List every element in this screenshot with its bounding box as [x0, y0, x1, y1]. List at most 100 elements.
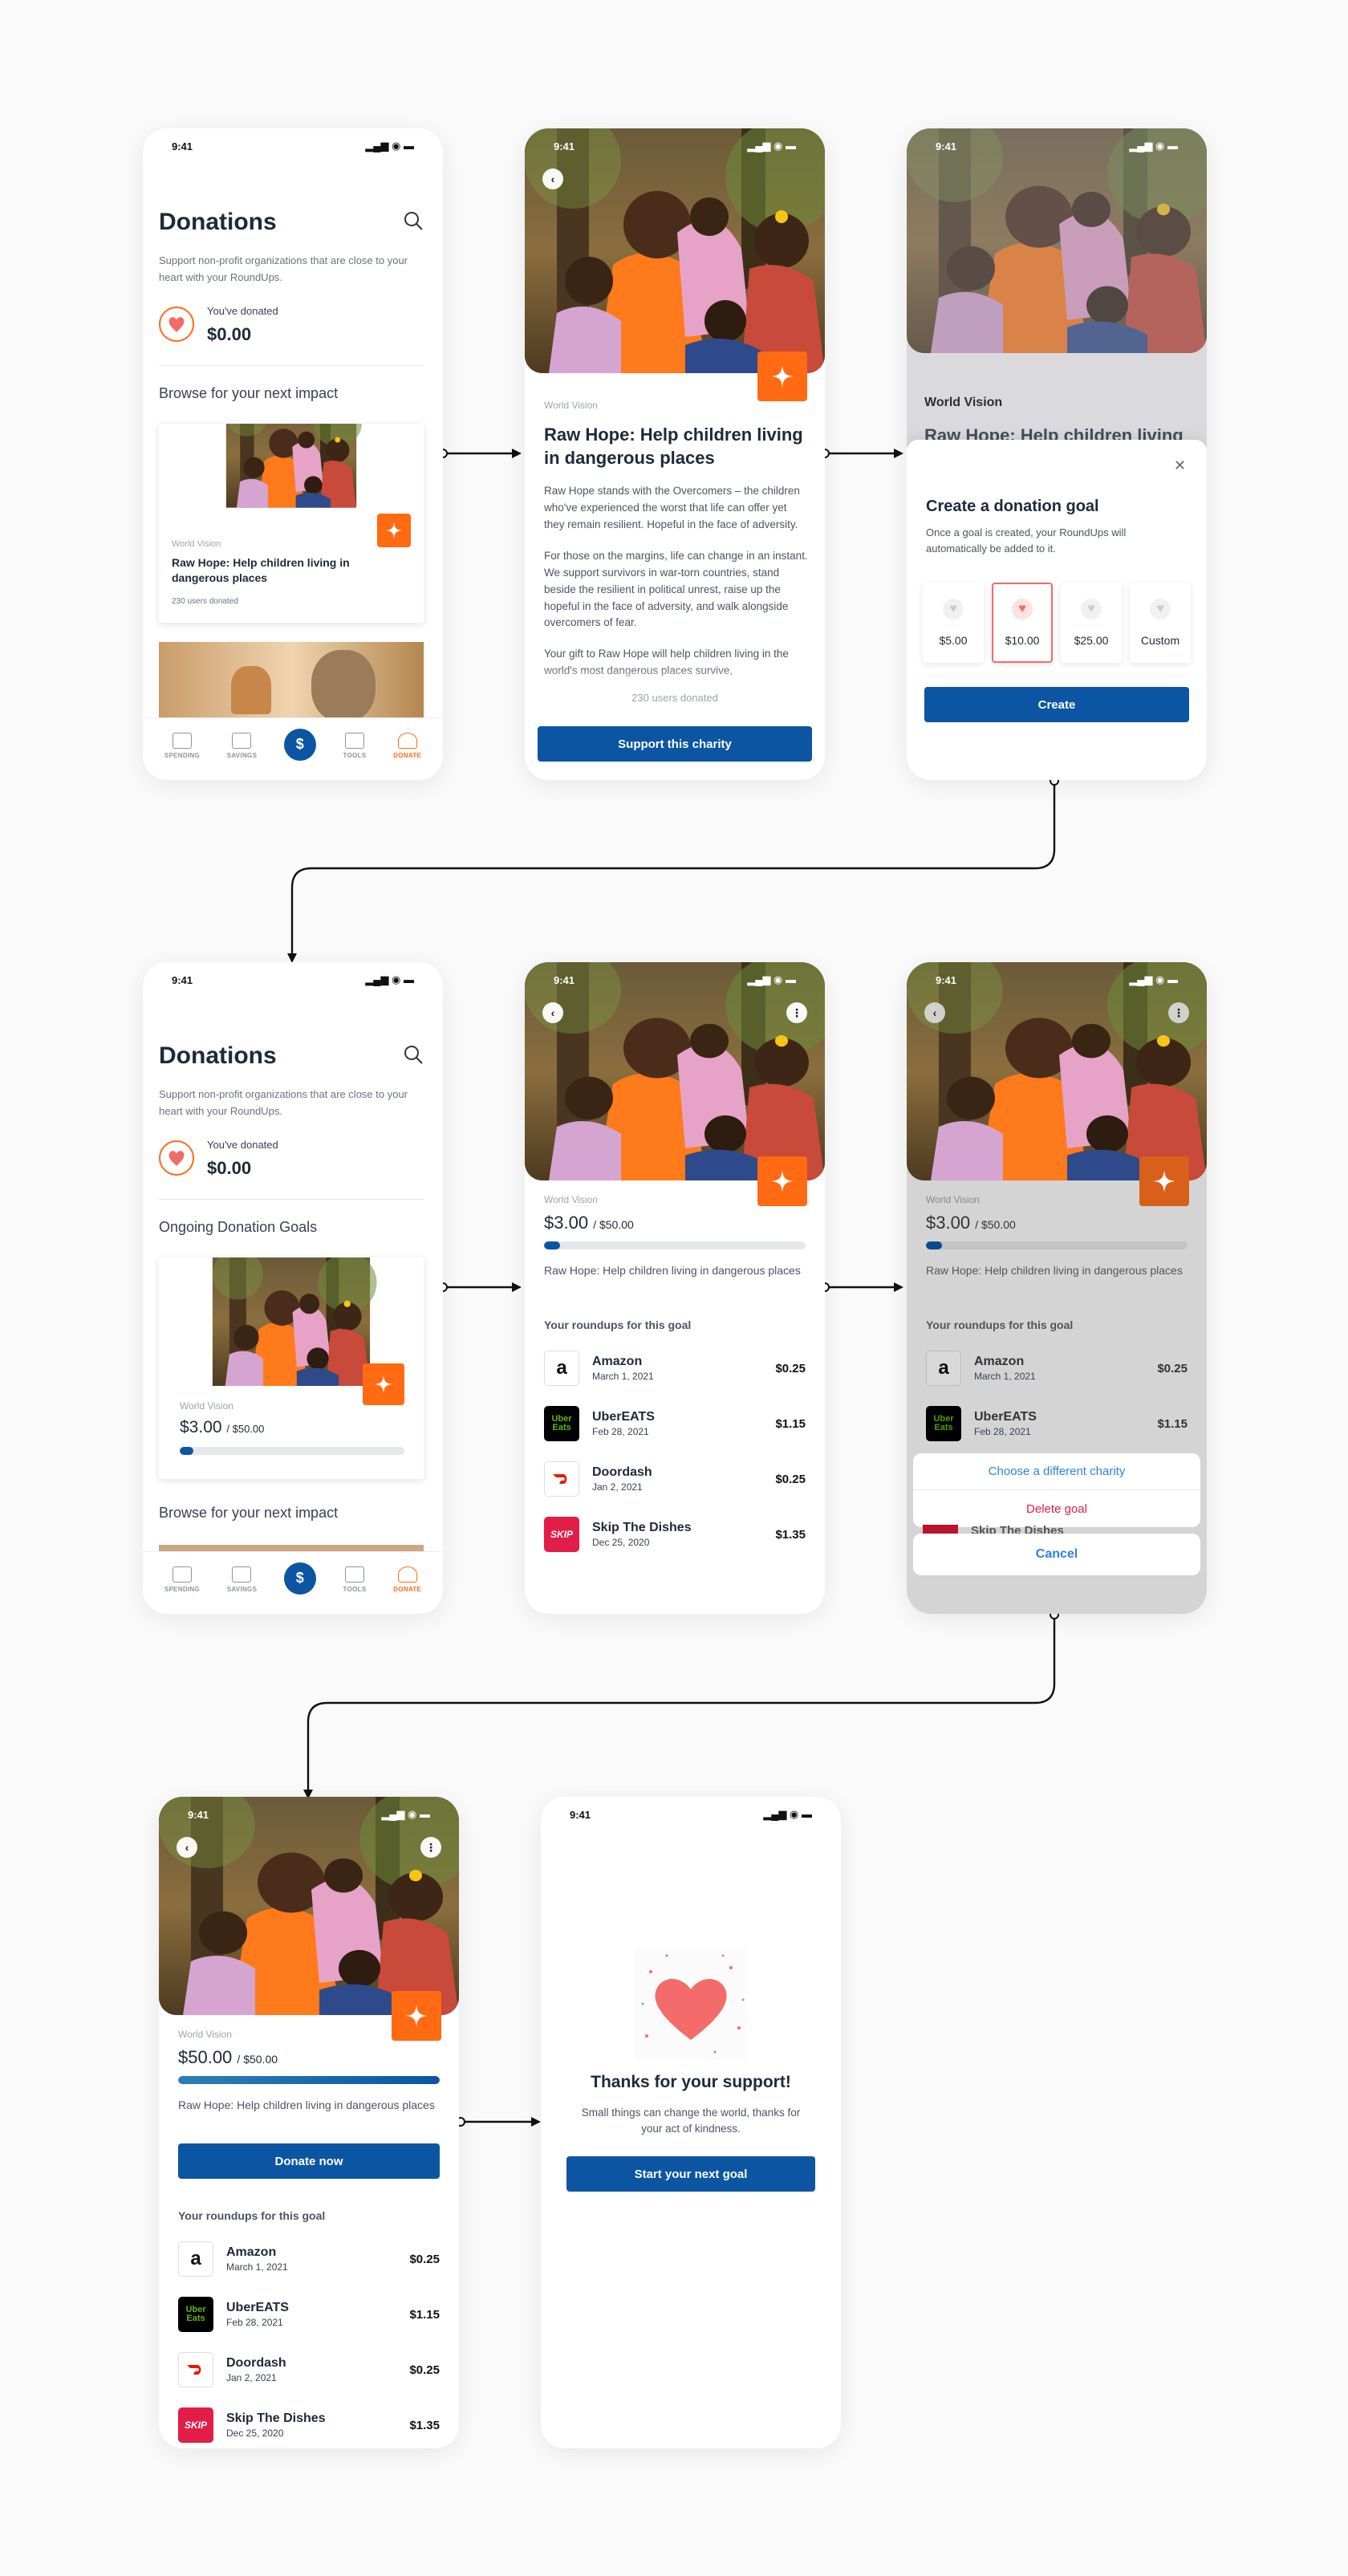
- tab-spending[interactable]: SPENDING: [164, 1566, 200, 1593]
- charity-card-pets[interactable]: [159, 642, 424, 722]
- peek-label: Skip The Dishes: [971, 1524, 1064, 1534]
- skip-logo: [923, 1525, 958, 1534]
- card-title: Raw Hope: Help children living in danger…: [172, 556, 350, 584]
- screen-charity-detail: 9:41 ▂▄▆ ◉ ▬ ‹ World Vision Raw Hope: Hel…: [525, 128, 825, 780]
- doordash-icon: [178, 2352, 213, 2387]
- ongoing-heading: Ongoing Donation Goals: [159, 1219, 318, 1235]
- card-org: World Vision: [172, 539, 221, 549]
- roundup-row[interactable]: Uber Eats UberEATS Feb 28, 2021 $1.15: [178, 2294, 440, 2335]
- goal-option[interactable]: ♥ Custom: [1130, 583, 1191, 663]
- more-options-button[interactable]: ⋮: [786, 1002, 807, 1023]
- close-icon[interactable]: ✕: [1174, 457, 1186, 474]
- peek-row: Skip The Dishes: [923, 1524, 1064, 1534]
- tab-tools[interactable]: TOOLS: [343, 1566, 367, 1593]
- roundup-row[interactable]: a Amazon March 1, 2021 $0.25: [926, 1347, 1188, 1389]
- screen-goal-options-sheet: 9:41 ▂▄▆ ◉ ▬ ‹ ⋮ World Vision $3.00 / $50…: [907, 962, 1207, 1614]
- page-title: Donations: [159, 1042, 277, 1069]
- merchant-name: Doordash: [226, 2356, 286, 2370]
- tab-label: SPENDING: [164, 752, 201, 759]
- heart-icon: ♥: [1012, 599, 1033, 620]
- support-charity-button[interactable]: Support this charity: [538, 726, 812, 762]
- roundup-row[interactable]: SKIP Skip The Dishes Dec 25, 2020 $1.35: [178, 2404, 440, 2446]
- roundup-row[interactable]: Doordash Jan 2, 2021 $0.25: [544, 1458, 806, 1500]
- merchant-name: UberEATS: [226, 2301, 289, 2314]
- more-options-button[interactable]: ⋮: [1168, 1002, 1189, 1023]
- search-icon[interactable]: [403, 210, 424, 231]
- tab-home[interactable]: $: [283, 728, 316, 761]
- ubereats-logo: Uber Eats: [544, 1406, 579, 1441]
- roundup-amount: $0.25: [409, 2252, 440, 2266]
- merchant-name: Doordash: [592, 1465, 652, 1479]
- tab-savings[interactable]: SAVINGS: [227, 1566, 258, 1593]
- goal-option[interactable]: ♥ $25.00: [1061, 583, 1122, 663]
- tab-tools[interactable]: TOOLS: [343, 733, 367, 759]
- roundup-row[interactable]: SKIP Skip The Dishes Dec 25, 2020 $1.35: [544, 1514, 806, 1555]
- cancel-button[interactable]: Cancel: [913, 1534, 1200, 1575]
- tab-donate[interactable]: DONATE: [393, 733, 421, 759]
- goal-charity-title: Raw Hope: Help children living in danger…: [926, 1264, 1183, 1277]
- charity-card[interactable]: World Vision Raw Hope: Help children liv…: [159, 424, 424, 623]
- goal-option-selected[interactable]: ♥ $10.00: [992, 583, 1053, 663]
- status-icons: ▂▄▆ ◉ ▬: [381, 1808, 430, 1820]
- sparkle-icon: [363, 1363, 404, 1405]
- create-button[interactable]: Create: [924, 687, 1189, 722]
- delete-goal-button[interactable]: Delete goal: [913, 1490, 1200, 1527]
- browse-heading: Browse for your next impact: [159, 1505, 339, 1521]
- goal-amount: $50.00 / $50.00: [178, 2047, 278, 2068]
- users-donated: 230 users donated: [631, 692, 718, 704]
- roundup-amount: $1.15: [775, 1416, 806, 1431]
- status-bar: 9:41 ▂▄▆ ◉ ▬: [525, 128, 825, 164]
- roundup-amount: $0.25: [775, 1361, 806, 1375]
- roundup-info: Doordash Jan 2, 2021: [592, 1465, 652, 1493]
- tab-home[interactable]: $: [283, 1562, 316, 1595]
- goal-target: / $50.00: [593, 1218, 634, 1231]
- merchant-name: Amazon: [226, 2245, 277, 2259]
- tab-savings[interactable]: SAVINGS: [227, 733, 258, 759]
- progress-fill: [544, 1241, 560, 1249]
- screen-goal-complete: 9:41 ▂▄▆ ◉ ▬ ‹ ⋮ World Vision $50.00 / $5…: [159, 1797, 459, 2448]
- progress-fill: [926, 1241, 942, 1249]
- back-button[interactable]: ‹: [177, 1837, 197, 1858]
- roundup-row[interactable]: Doordash Jan 2, 2021 $0.25: [178, 2349, 440, 2391]
- roundup-info: Skip The Dishes Dec 25, 2020: [226, 2411, 326, 2439]
- hero-image: [525, 128, 825, 373]
- canvas: 9:41 ▂▄▆ ◉ ▬ Donations Support non-profit…: [0, 0, 1348, 2576]
- goal-option[interactable]: ♥ $5.00: [923, 583, 984, 663]
- ongoing-goal-card[interactable]: World Vision $3.00 / $50.00: [159, 1258, 424, 1479]
- tab-label: SAVINGS: [226, 752, 258, 759]
- tab-label: TOOLS: [343, 752, 367, 759]
- status-icons: ▂▄▆ ◉ ▬: [1129, 973, 1178, 985]
- screen-create-goal: 9:41 ▂▄▆ ◉ ▬ World Vision Raw Hope: Help …: [907, 128, 1207, 780]
- back-button[interactable]: ‹: [542, 1002, 563, 1023]
- choose-charity-button[interactable]: Choose a different charity: [913, 1453, 1200, 1490]
- more-options-button[interactable]: ⋮: [420, 1837, 441, 1858]
- option-label: $10.00: [1005, 634, 1040, 647]
- status-bar: 9:41 ▂▄▆ ◉ ▬: [143, 128, 443, 164]
- donated-label: You've donated: [207, 305, 278, 317]
- modal-title: Create a donation goal: [926, 498, 1099, 515]
- roundup-row[interactable]: Uber Eats UberEATS Feb 28, 2021 $1.15: [926, 1403, 1188, 1444]
- donate-icon: [397, 1566, 417, 1583]
- search-icon[interactable]: [403, 1044, 424, 1065]
- start-next-goal-button[interactable]: Start your next goal: [566, 2156, 815, 2192]
- roundup-row[interactable]: a Amazon March 1, 2021 $0.25: [178, 2238, 440, 2280]
- roundup-row[interactable]: Uber Eats UberEATS Feb 28, 2021 $1.15: [544, 1403, 806, 1444]
- donate-now-button[interactable]: Donate now: [178, 2143, 440, 2179]
- action-sheet: Choose a different charity Delete goal: [913, 1453, 1200, 1527]
- savings-icon: [232, 733, 252, 749]
- tab-donate[interactable]: DONATE: [393, 1566, 421, 1593]
- tab-spending[interactable]: SPENDING: [164, 733, 200, 759]
- description-para: For those on the margins, life can chang…: [544, 549, 808, 629]
- dog-image: [231, 666, 271, 714]
- savings-icon: [232, 1566, 252, 1583]
- back-button[interactable]: ‹: [924, 1002, 945, 1023]
- merchant-name: Amazon: [592, 1355, 643, 1368]
- amazon-logo: a: [926, 1351, 961, 1386]
- status-time: 9:41: [554, 973, 575, 986]
- charity-org: World Vision: [178, 2029, 232, 2040]
- goal-progress: [180, 1447, 404, 1455]
- roundup-row[interactable]: a Amazon March 1, 2021 $0.25: [544, 1347, 806, 1389]
- back-button[interactable]: ‹: [542, 169, 563, 189]
- ubereats-logo: Uber Eats: [178, 2297, 213, 2332]
- roundup-amount: $0.25: [1157, 1361, 1188, 1375]
